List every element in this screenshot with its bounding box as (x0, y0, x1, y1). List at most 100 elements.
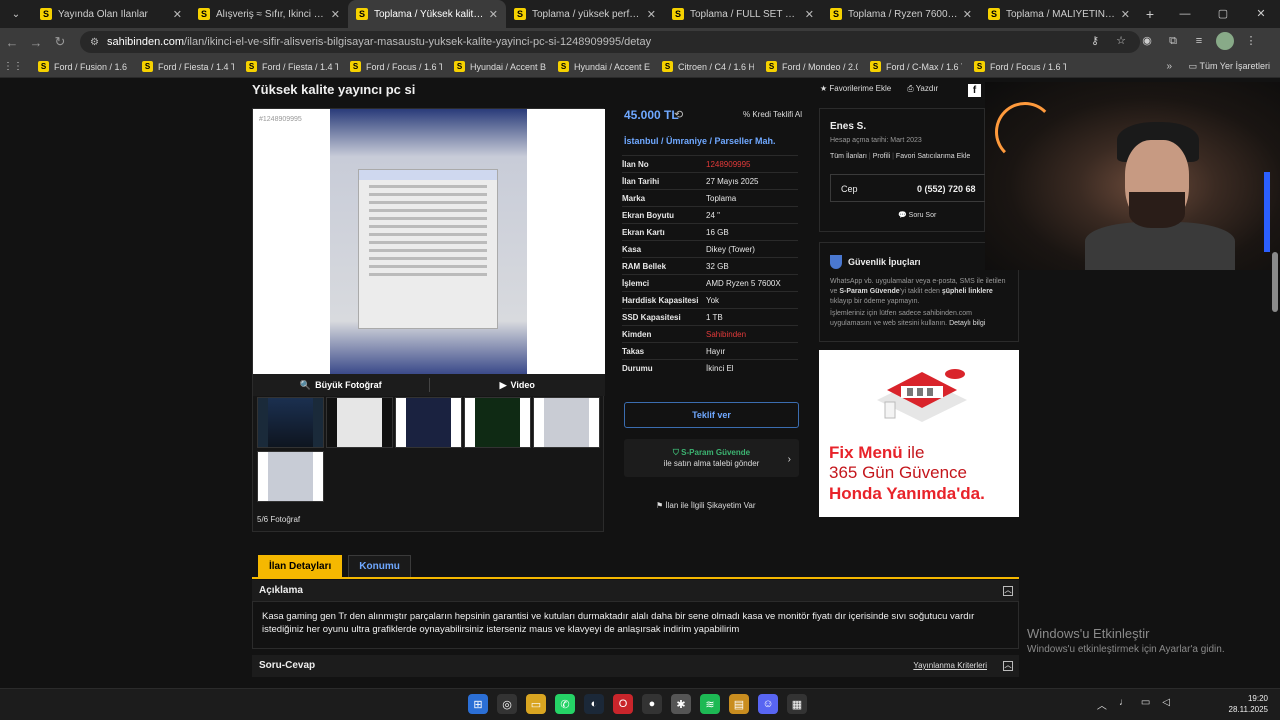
thumbnail[interactable] (257, 397, 324, 448)
report-link[interactable]: ⚑ İlan ile İlgili Şikayetim Var (656, 501, 756, 510)
windows-start-icon[interactable]: ⊞ (468, 694, 488, 714)
microphone-icon[interactable]: ♩ (1119, 697, 1129, 712)
notes-icon[interactable]: ▤ (729, 694, 749, 714)
credit-offer-link[interactable]: % Kredi Teklifi Al (743, 110, 813, 119)
bookmark-item[interactable]: S Hyundai / Accent Bl... (454, 61, 546, 72)
tab-close-icon[interactable]: ✕ (805, 8, 814, 21)
scrollbar-thumb[interactable] (1272, 252, 1278, 312)
tab-listing-details[interactable]: İlan Detayları (258, 555, 343, 577)
bookmark-item[interactable]: S Ford / Focus / 1.6 T... (974, 61, 1066, 72)
menu-icon[interactable]: ⋮ (1242, 32, 1260, 50)
print-button[interactable]: ⎙ Yazdır (907, 84, 938, 94)
criteria-link[interactable]: Yayınlanma Kriterleri (913, 655, 987, 677)
big-photo-button[interactable]: 🔍 Büyük Fotoğraf (253, 374, 429, 396)
collapse-icon[interactable]: ︿ (1003, 586, 1013, 596)
tab-close-icon[interactable]: ✕ (963, 8, 972, 21)
browser-tab[interactable]: S Toplama / yüksek performans o ✕ (506, 0, 664, 28)
details-key: Kasa (622, 244, 642, 254)
bookmarks-overflow-icon[interactable]: » (1166, 61, 1172, 72)
maximize-icon[interactable]: ▢ (1204, 0, 1242, 28)
toolbar-actions: ⚷ ☆ ◉ ⧉ ≡ ⋮ (1086, 32, 1260, 50)
browser-tab[interactable]: S Yayında Olan İlanlar ✕ (32, 0, 190, 28)
calculator-icon[interactable]: ▦ (787, 694, 807, 714)
tab-location[interactable]: Konumu (348, 555, 411, 577)
tab-label: Toplama / Yüksek kalite yayıncı (374, 8, 485, 20)
tab-close-icon[interactable]: ✕ (173, 8, 182, 21)
minimize-icon[interactable]: — (1166, 0, 1204, 28)
location-breadcrumb[interactable]: İstanbul / Ümraniye / Parseller Mah. (624, 136, 776, 146)
puzzle-icon[interactable]: ⧉ (1164, 32, 1182, 50)
main-photo[interactable]: #1248909995 (253, 109, 605, 374)
thumbnail[interactable] (326, 397, 393, 448)
facebook-share-icon[interactable]: f (968, 84, 981, 97)
back-icon[interactable]: ← (0, 35, 24, 50)
folder-icon[interactable]: ▭ (526, 694, 546, 714)
bookmark-item[interactable]: S Ford / Fiesta / 1.4 T... (142, 61, 234, 72)
thumbnail[interactable] (464, 397, 531, 448)
details-key: Marka (622, 193, 646, 203)
site-info-icon[interactable]: ⚙ (90, 37, 99, 48)
favorite-button[interactable]: ★ Favorilerime Ekle (820, 84, 891, 94)
close-icon[interactable]: ✕ (1242, 0, 1280, 28)
new-tab-button[interactable]: + (1138, 6, 1162, 22)
volume-icon[interactable]: ◁ (1162, 697, 1170, 712)
thumbnail[interactable] (395, 397, 462, 448)
tab-close-icon[interactable]: ✕ (1121, 8, 1130, 21)
tab-close-icon[interactable]: ✕ (489, 8, 498, 21)
browser-tab[interactable]: S Toplama / Yüksek kalite yayıncı ✕ (348, 0, 506, 28)
network-icon[interactable]: ▭ (1141, 697, 1150, 712)
bookmark-item[interactable]: S Ford / Mondeo / 2.0... (766, 61, 858, 72)
offer-button[interactable]: Teklif ver (624, 402, 799, 428)
security-details-link[interactable]: Detaylı bilgi (949, 320, 985, 327)
bookmark-item[interactable]: S Ford / Fusion / 1.6 ... (38, 61, 130, 72)
extension-icon[interactable]: ◉ (1138, 32, 1156, 50)
ask-question-button[interactable]: 💬 Soru Sor (898, 211, 936, 219)
avatar[interactable] (1216, 32, 1234, 50)
browser-tab[interactable]: S Toplama / MALİYETİNİN YARISI ✕ (980, 0, 1138, 28)
page-scrollbar[interactable] (1272, 82, 1278, 682)
honda-ad-banner[interactable]: Fix Menü ile 365 Gün Güvence Honda Yanım… (819, 350, 1019, 517)
opera-icon[interactable]: O (613, 694, 633, 714)
browser-tab[interactable]: S Toplama / Ryzen 7600x Ekran K ✕ (822, 0, 980, 28)
price-history-icon[interactable]: ⟲ (674, 108, 683, 121)
apps-grid-icon[interactable]: ⋮⋮ (0, 61, 26, 72)
obs-icon[interactable]: ● (642, 694, 662, 714)
collapse-icon[interactable]: ︿ (1003, 661, 1013, 671)
bookmark-item[interactable]: S Hyundai / Accent Er... (558, 61, 650, 72)
qa-header[interactable]: Soru-Cevap Yayınlanma Kriterleri ︿ (252, 655, 1019, 677)
browser-tab[interactable]: S Alışveriş ≈ Sıfır, İkinci El Ürünler ✕ (190, 0, 348, 28)
browser-tab[interactable]: S Toplama / FULL SET OYUNCU E ✕ (664, 0, 822, 28)
forward-icon[interactable]: → (24, 35, 48, 50)
tray-chevron-icon[interactable]: ︿ (1097, 697, 1107, 712)
tab-close-icon[interactable]: ✕ (647, 8, 656, 21)
media-icon[interactable]: ≡ (1190, 32, 1208, 50)
whatsapp-icon[interactable]: ✆ (555, 694, 575, 714)
bookmark-star-icon[interactable]: ☆ (1112, 32, 1130, 50)
bookmark-item[interactable]: S Ford / C-Max / 1.6 T... (870, 61, 962, 72)
discord-icon[interactable]: ☺ (758, 694, 778, 714)
tab-search-icon[interactable]: ⌄ (4, 2, 28, 26)
reload-icon[interactable]: ↻ (48, 34, 72, 50)
all-bookmarks-button[interactable]: ▭ Tüm Yer İşaretleri (1189, 61, 1270, 72)
app-icon[interactable]: ✱ (671, 694, 691, 714)
tab-close-icon[interactable]: ✕ (331, 8, 340, 21)
bookmark-item[interactable]: S Ford / Focus / 1.6 T... (350, 61, 442, 72)
thumbnail[interactable] (533, 397, 600, 448)
bookmark-item[interactable]: S Ford / Fiesta / 1.4 T... (246, 61, 338, 72)
seller-favorite-link[interactable]: Favori Satıcılarıma Ekle (896, 153, 970, 160)
description-header[interactable]: Açıklama ︿ (252, 580, 1019, 602)
phone-box[interactable]: Cep 0 (552) 720 68 (830, 174, 996, 202)
seller-profile-link[interactable]: Profili (873, 153, 891, 160)
steam-icon[interactable]: ◐ (584, 694, 604, 714)
sparam-button[interactable]: ⛉ S-Param Güvende ile satın alma talebi … (624, 439, 799, 477)
thumbnail[interactable] (257, 451, 324, 502)
clock[interactable]: 19:20 28.11.2025 (1229, 693, 1268, 715)
password-key-icon[interactable]: ⚷ (1086, 32, 1104, 50)
spotify-icon[interactable]: ≋ (700, 694, 720, 714)
seller-all-listings-link[interactable]: Tüm İlanları (830, 153, 867, 160)
chrome-icon[interactable]: ◎ (497, 694, 517, 714)
sahibinden-favicon-icon: S (672, 8, 684, 20)
address-bar[interactable]: ⚙ sahibinden.com /ilan/ikinci-el-ve-sifi… (80, 31, 1140, 53)
video-button[interactable]: ▶ Video (430, 374, 606, 396)
bookmark-item[interactable]: S Citroen / C4 / 1.6 H... (662, 61, 754, 72)
